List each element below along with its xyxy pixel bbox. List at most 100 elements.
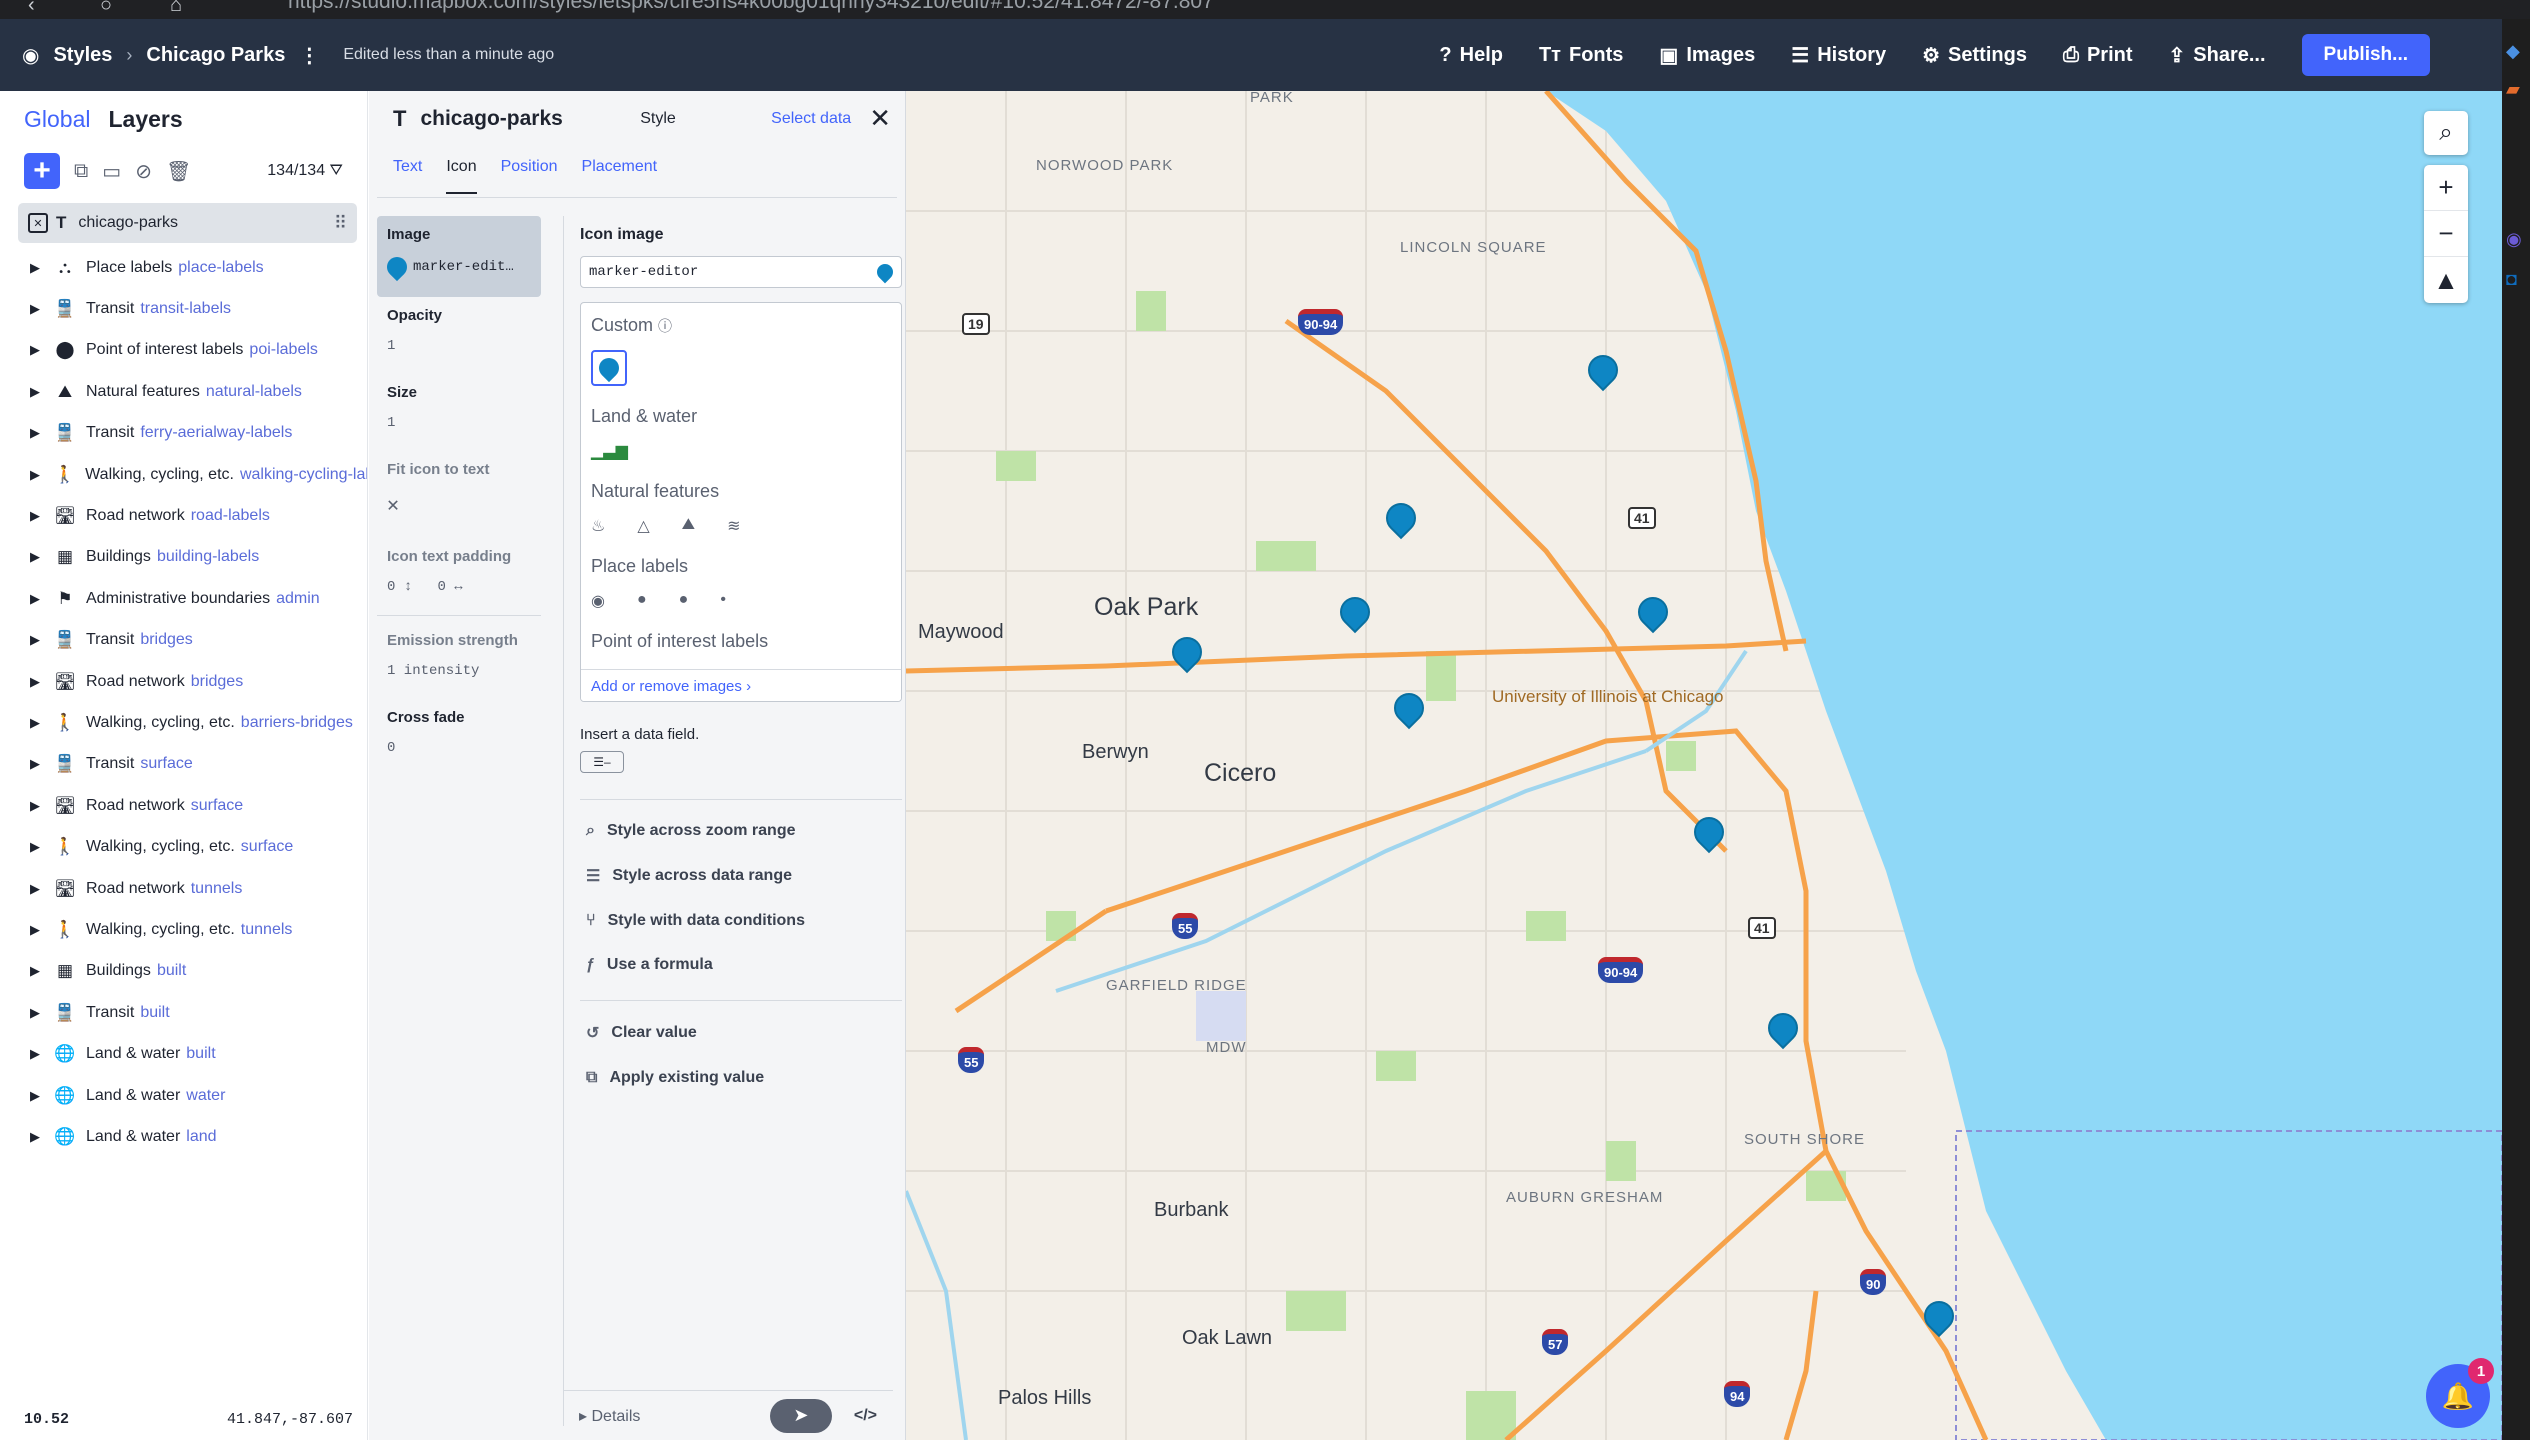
subtab-placement[interactable]: Placement <box>582 158 658 197</box>
images-button[interactable]: ▣ Images <box>1659 43 1755 68</box>
hide-icon[interactable]: ⊘ <box>135 159 152 184</box>
back-icon[interactable]: ‹ <box>28 0 35 17</box>
style-with-conditions-button[interactable]: ⑂ Style with data conditions <box>586 912 893 930</box>
layer-group-item[interactable]: ▶ 🚶 Walking, cycling, etc. barriers-bridges <box>6 702 367 743</box>
layer-group-item[interactable]: ▶ 🚶 Walking, cycling, etc. tunnels <box>6 909 367 950</box>
layer-group-item[interactable]: ▶ 🌐 Land & water water <box>6 1075 367 1116</box>
apply-existing-value-button[interactable]: ⧉ Apply existing value <box>586 1069 893 1087</box>
home-icon[interactable]: ⌂ <box>170 0 182 17</box>
cursor-mode-button[interactable]: ➤ <box>769 1398 832 1433</box>
property-image[interactable]: Image marker-edit… <box>377 216 541 297</box>
expand-triangle-icon[interactable]: ▶ <box>30 1129 40 1145</box>
expand-triangle-icon[interactable]: ▶ <box>30 756 40 772</box>
property-cross-fade[interactable]: Cross fade 0 <box>377 699 541 776</box>
settings-button[interactable]: ⚙ Settings <box>1922 43 2027 68</box>
layer-group-item[interactable]: ▶ ⛰ Natural features natural-labels <box>6 371 367 412</box>
expand-triangle-icon[interactable]: ▶ <box>30 839 40 855</box>
layer-group-item[interactable]: ▶ ▦ Buildings building-labels <box>6 537 367 578</box>
layer-group-item[interactable]: ▶ 🚆 Transit surface <box>6 744 367 785</box>
subtab-position[interactable]: Position <box>501 158 558 197</box>
layer-group-item[interactable]: ▶ 🌐 Land & water land <box>6 1116 367 1157</box>
expand-triangle-icon[interactable]: ▶ <box>30 384 40 400</box>
expand-triangle-icon[interactable]: ▶ <box>30 715 40 731</box>
layer-group-item[interactable]: ▶ ⚑ Administrative boundaries admin <box>6 578 367 619</box>
capital-dot-icon[interactable]: ◉ <box>591 591 605 611</box>
gallery-item-marker-editor[interactable] <box>591 350 627 386</box>
subtab-text[interactable]: Text <box>393 158 422 197</box>
hot-spring-icon[interactable]: ♨ <box>591 516 605 536</box>
expand-triangle-icon[interactable]: ▶ <box>30 301 40 317</box>
tab-style[interactable]: Style <box>640 110 676 128</box>
delete-icon[interactable]: 🗑 <box>166 159 191 184</box>
drag-handle-icon[interactable]: ⠿ <box>334 213 347 234</box>
expand-triangle-icon[interactable]: ▶ <box>30 591 40 607</box>
folder-icon[interactable]: ▭ <box>102 159 121 184</box>
layer-group-item[interactable]: ▶ 🚆 Transit transit-labels <box>6 288 367 329</box>
sidebar-app-icon[interactable]: ▰ <box>2506 79 2520 100</box>
fonts-button[interactable]: Tт Fonts <box>1539 44 1623 67</box>
expand-triangle-icon[interactable]: ▶ <box>30 1046 40 1062</box>
map-canvas[interactable]: PARK NORWOOD PARK LINCOLN SQUARE Oak Par… <box>906 91 2502 1440</box>
layer-group-item[interactable]: ▶ 🛣 Road network surface <box>6 785 367 826</box>
mapbox-logo-icon[interactable]: ◉ <box>22 43 39 68</box>
code-editor-icon[interactable]: </> <box>854 1407 877 1425</box>
print-button[interactable]: ⎙ Print <box>2063 44 2133 67</box>
layer-group-item[interactable]: ▶ ▦ Buildings built <box>6 951 367 992</box>
property-opacity[interactable]: Opacity 1 <box>377 297 541 374</box>
terrain-icon[interactable]: ▁▃▆ <box>591 441 628 461</box>
layer-group-item[interactable]: ▶ 🛣 Road network tunnels <box>6 868 367 909</box>
style-across-data-button[interactable]: ☰ Style across data range <box>586 866 893 886</box>
tab-global[interactable]: Global <box>24 106 90 133</box>
sidebar-app-icon[interactable]: ◉ <box>2506 229 2522 250</box>
dot-small-icon[interactable]: • <box>720 591 726 611</box>
sidebar-app-icon[interactable]: ◆ <box>2506 41 2520 62</box>
property-fit-icon[interactable]: Fit icon to text ✕ <box>377 451 541 538</box>
share-button[interactable]: ⇪ Share... <box>2169 43 2266 68</box>
dot-icon[interactable]: ● <box>637 591 647 611</box>
layer-group-item[interactable]: ▶ ⛬ Place labels place-labels <box>6 247 367 288</box>
waterfall-icon[interactable]: ≋ <box>727 516 740 536</box>
expand-triangle-icon[interactable]: ▶ <box>30 963 40 979</box>
tab-layers[interactable]: Layers <box>108 106 182 133</box>
expand-triangle-icon[interactable]: ▶ <box>30 342 40 358</box>
map-search-button[interactable]: ⌕ <box>2424 111 2468 155</box>
expand-triangle-icon[interactable]: ▶ <box>30 632 40 648</box>
breadcrumb-styles[interactable]: Styles <box>53 44 112 67</box>
expand-triangle-icon[interactable]: ▶ <box>30 1005 40 1021</box>
more-menu-icon[interactable]: ⋮ <box>299 43 319 68</box>
publish-button[interactable]: Publish... <box>2301 34 2430 76</box>
layer-group-item[interactable]: ▶ 🛣 Road network bridges <box>6 661 367 702</box>
clear-value-button[interactable]: ↺ Clear value <box>586 1023 893 1043</box>
duplicate-icon[interactable]: ⧉ <box>74 160 88 183</box>
layer-group-item[interactable]: ▶ 🚆 Transit built <box>6 992 367 1033</box>
sidebar-app-icon[interactable]: ◘ <box>2506 269 2517 290</box>
notifications-button[interactable]: 🔔 1 <box>2426 1358 2494 1428</box>
layer-group-item[interactable]: ▶ 🚆 Transit ferry-aerialway-labels <box>6 413 367 454</box>
insert-data-field-button[interactable]: ☰– <box>580 751 624 773</box>
expand-triangle-icon[interactable]: ▶ <box>30 260 40 276</box>
layer-group-item[interactable]: ▶ 🚆 Transit bridges <box>6 620 367 661</box>
zoom-in-button[interactable]: + <box>2424 165 2468 211</box>
icon-gallery[interactable]: Custom ⓘ Land & water ▁▃▆ Natural featur… <box>580 302 902 702</box>
property-emission[interactable]: Emission strength 1 intensity <box>377 622 541 699</box>
address-bar[interactable]: https://studio.mapbox.com/styles/letspks… <box>288 0 1214 14</box>
add-remove-images-link[interactable]: Add or remove images › <box>581 669 901 701</box>
layer-name[interactable]: chicago-parks <box>420 107 562 131</box>
style-across-zoom-button[interactable]: ⌕ Style across zoom range <box>586 822 893 840</box>
history-button[interactable]: ☰ History <box>1791 43 1886 68</box>
layer-group-item[interactable]: ▶ 🚶 Walking, cycling, etc. surface <box>6 826 367 867</box>
info-icon[interactable]: ⓘ <box>658 318 672 334</box>
add-layer-button[interactable]: + <box>24 153 60 189</box>
subtab-icon[interactable]: Icon <box>446 158 477 194</box>
compass-button[interactable]: ▲ <box>2424 257 2468 303</box>
expand-triangle-icon[interactable]: ▶ <box>30 798 40 814</box>
icon-image-input[interactable]: marker-editor <box>580 256 902 288</box>
style-name[interactable]: Chicago Parks <box>146 44 285 67</box>
expand-triangle-icon[interactable]: ▶ <box>30 674 40 690</box>
expand-triangle-icon[interactable]: ▶ <box>30 881 40 897</box>
reload-icon[interactable]: ○ <box>100 0 112 17</box>
layer-group-item[interactable]: ▶ ⬤ Point of interest labels poi-labels <box>6 330 367 371</box>
expand-triangle-icon[interactable]: ▶ <box>30 467 40 483</box>
layer-group-item[interactable]: ▶ 🌐 Land & water built <box>6 1033 367 1074</box>
expand-triangle-icon[interactable]: ▶ <box>30 425 40 441</box>
